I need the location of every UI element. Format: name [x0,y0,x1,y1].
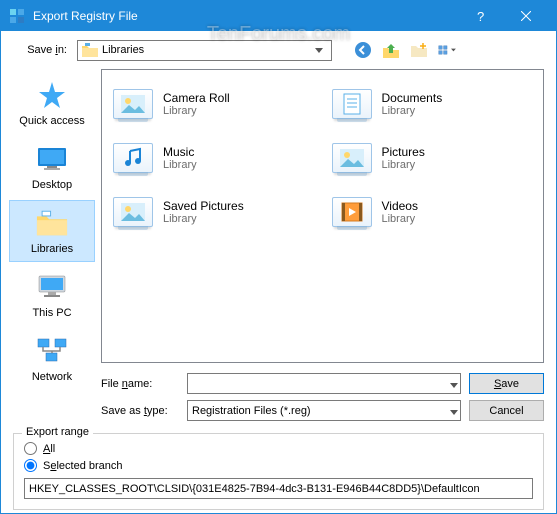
place-quick-access[interactable]: Quick access [9,72,95,134]
back-button[interactable] [352,39,374,61]
place-label: Quick access [19,115,84,127]
place-libraries[interactable]: Libraries [9,200,95,262]
chevron-down-icon [311,48,327,53]
item-name: Music [163,145,197,159]
up-one-level-button[interactable] [380,39,402,61]
item-name: Pictures [382,145,425,159]
item-type: Library [163,213,244,225]
save-as-type-value: Registration Files (*.reg) [192,405,456,417]
list-item[interactable]: DocumentsLibrary [329,80,536,128]
export-range-legend: Export range [22,426,93,438]
export-all-radio-input[interactable] [24,442,37,455]
list-item[interactable]: Saved PicturesLibrary [110,188,317,236]
save-in-label: Save in: [11,44,71,56]
export-all-label: All [43,443,55,455]
export-range-group: Export range All Selected branch [13,433,544,510]
place-network[interactable]: Network [9,328,95,390]
list-item[interactable]: VideosLibrary [329,188,536,236]
pictures-icon [332,139,372,177]
chevron-down-icon [450,402,458,420]
item-type: Library [382,213,418,225]
body-area: Quick access Desktop Libraries This PC N… [1,69,556,369]
item-type: Library [163,105,230,117]
place-this-pc[interactable]: This PC [9,264,95,326]
save-in-combo[interactable]: Libraries [77,40,332,61]
new-folder-button[interactable] [408,39,430,61]
file-name-combo[interactable] [187,373,461,394]
view-menu-button[interactable] [436,39,458,61]
selected-branch-input[interactable] [24,478,533,499]
music-icon [113,139,153,177]
file-name-input[interactable] [192,378,456,390]
quick-access-icon [36,79,68,111]
export-selected-radio-input[interactable] [24,459,37,472]
places-bar: Quick access Desktop Libraries This PC N… [7,69,97,369]
window-title: Export Registry File [33,9,458,23]
file-list[interactable]: Camera RollLibrary DocumentsLibrary Musi… [101,69,544,363]
item-type: Library [382,105,443,117]
svg-text:?: ? [477,9,484,23]
place-label: Libraries [31,243,73,255]
save-as-type-combo[interactable]: Registration Files (*.reg) [187,400,461,421]
list-item[interactable]: Camera RollLibrary [110,80,317,128]
this-pc-icon [36,271,68,303]
item-name: Videos [382,199,418,213]
help-button[interactable]: ? [458,1,503,31]
export-selected-radio[interactable]: Selected branch [24,459,533,472]
save-button[interactable]: Save [469,373,544,394]
item-type: Library [382,159,425,171]
titlebar: Export Registry File ? [1,1,556,31]
camera-roll-icon [113,85,153,123]
export-selected-label: Selected branch [43,460,123,472]
close-button[interactable] [503,1,548,31]
list-item[interactable]: PicturesLibrary [329,134,536,182]
network-icon [36,335,68,367]
cancel-button[interactable]: Cancel [469,400,544,421]
documents-icon [332,85,372,123]
saved-pictures-icon [113,193,153,231]
chevron-down-icon [450,375,458,393]
item-name: Camera Roll [163,91,230,105]
item-name: Saved Pictures [163,199,244,213]
desktop-icon [36,143,68,175]
save-in-value: Libraries [102,44,307,56]
item-type: Library [163,159,197,171]
list-item[interactable]: MusicLibrary [110,134,317,182]
place-label: This PC [32,307,71,319]
place-desktop[interactable]: Desktop [9,136,95,198]
libraries-folder-icon [36,207,68,239]
save-as-type-label: Save as type: [101,405,179,417]
videos-icon [332,193,372,231]
libraries-icon [82,43,98,57]
item-name: Documents [382,91,443,105]
place-label: Desktop [32,179,72,191]
toolbar: Save in: Libraries [1,31,556,69]
file-name-label: File name: [101,378,179,390]
export-all-radio[interactable]: All [24,442,533,455]
place-label: Network [32,371,72,383]
regedit-icon [9,8,25,24]
